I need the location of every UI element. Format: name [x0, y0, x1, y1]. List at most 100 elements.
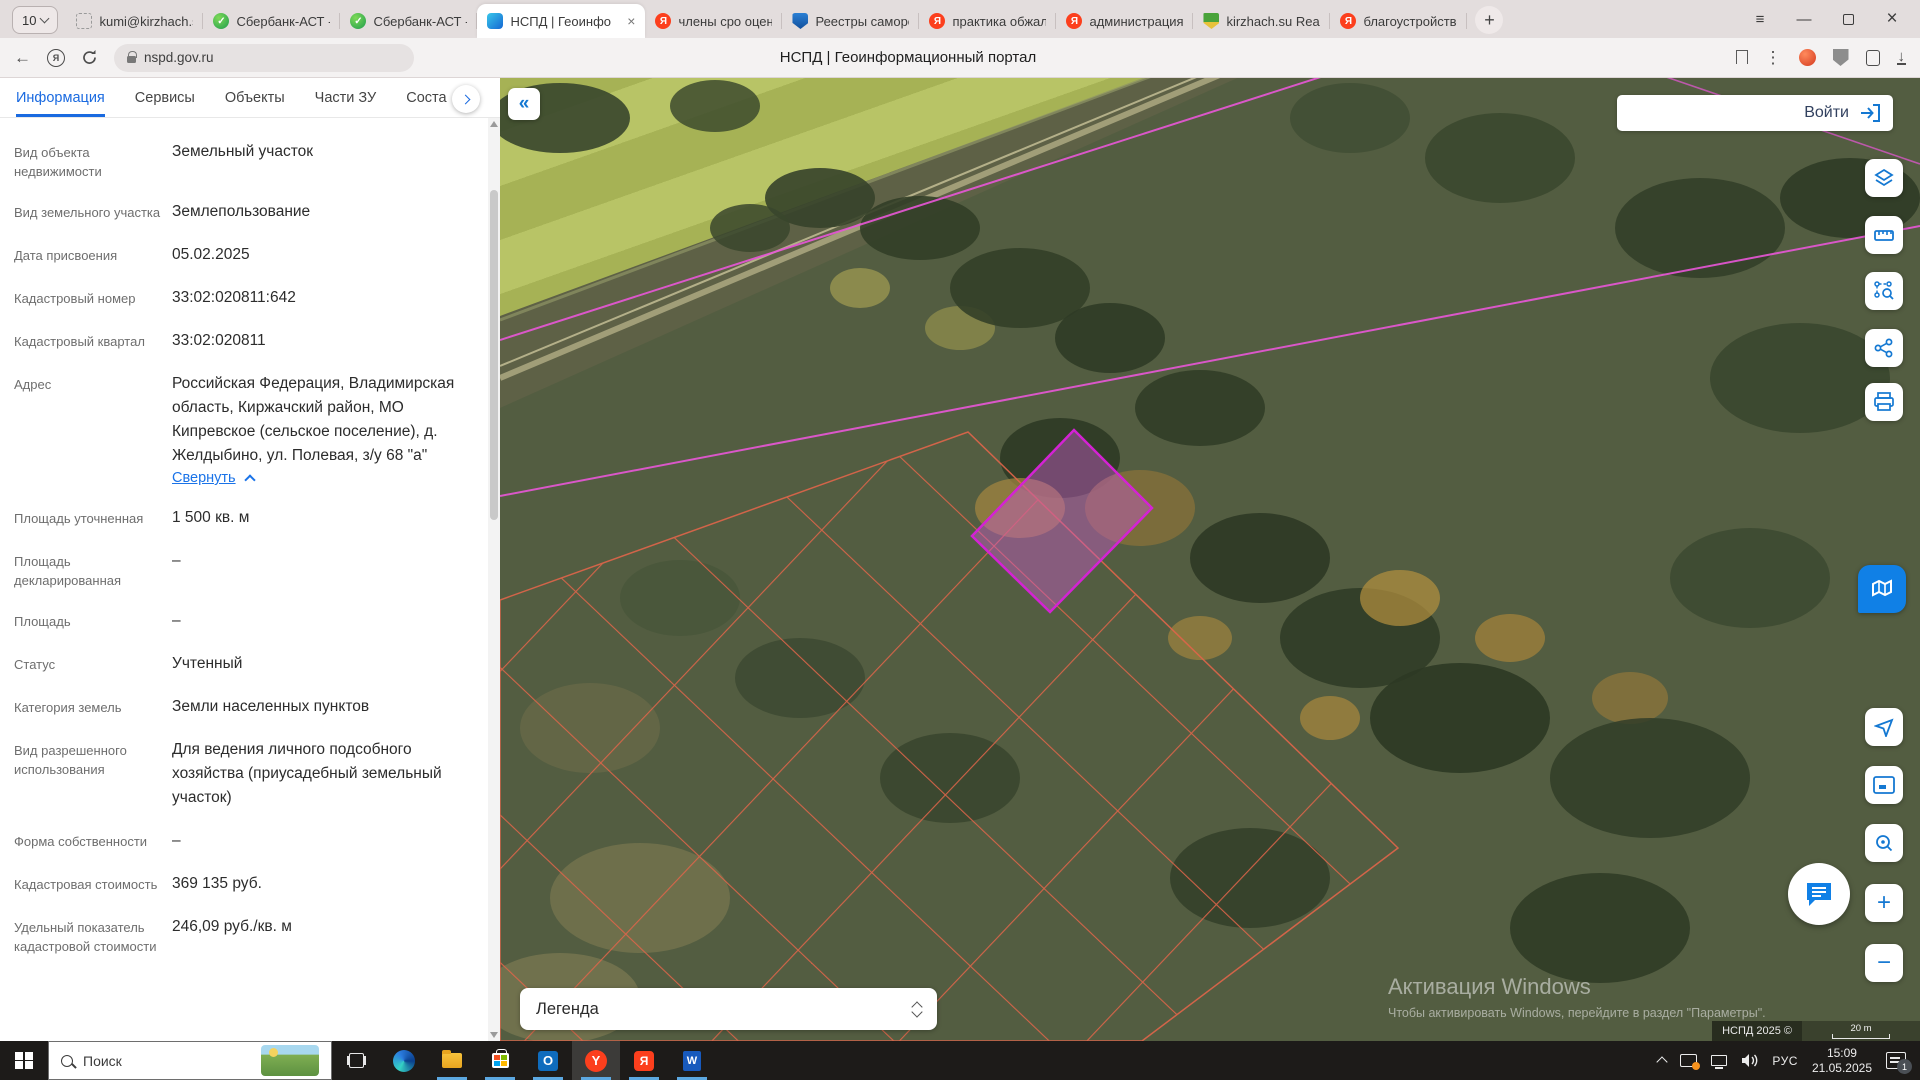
tab-informatsiya[interactable]: Информация: [16, 78, 105, 117]
maximize-button[interactable]: [1826, 0, 1870, 38]
login-icon: [1859, 103, 1881, 123]
start-button[interactable]: [0, 1041, 48, 1080]
zoom-out-button[interactable]: −: [1865, 944, 1903, 982]
taskbar-yandex-app[interactable]: Я: [620, 1041, 668, 1080]
tab-praktika[interactable]: Япрактика обжалов: [919, 4, 1056, 38]
check-favicon-icon: ✓: [350, 13, 366, 29]
navigation-arrow-icon: [1874, 717, 1894, 737]
tab-sostav[interactable]: Соста: [406, 78, 446, 117]
taskbar-explorer[interactable]: [428, 1041, 476, 1080]
tab-kirzhach[interactable]: kirzhach.su Reart -: [1193, 4, 1330, 38]
taskbar-store[interactable]: [476, 1041, 524, 1080]
login-bar[interactable]: Войти: [1617, 95, 1893, 131]
field-row: Площадь уточненная1 500 кв. м: [14, 506, 474, 530]
tab-reestry[interactable]: Реестры саморегу: [782, 4, 919, 38]
notification-badge: 1: [1897, 1059, 1912, 1074]
back-icon[interactable]: ←: [14, 48, 31, 68]
tab-sro[interactable]: Ячлены сро оценщи: [645, 4, 782, 38]
taskbar-yandex-browser[interactable]: Y: [572, 1041, 620, 1080]
object-info-panel: Информация Сервисы Объекты Части ЗУ Сост…: [0, 78, 500, 1041]
my-location-button[interactable]: [1865, 708, 1903, 746]
field-row: Площадь декларированная–: [14, 549, 474, 590]
tab-chasti-zu[interactable]: Части ЗУ: [315, 78, 377, 117]
tab-nspd-active[interactable]: НСПД | Геоинфо×: [477, 4, 645, 38]
scale-bar: 20 m: [1802, 1021, 1920, 1041]
tray-volume[interactable]: [1734, 1041, 1765, 1080]
layers-button[interactable]: [1865, 159, 1903, 197]
tray-cast[interactable]: [1673, 1041, 1704, 1080]
share-button[interactable]: [1865, 329, 1903, 367]
close-window-button[interactable]: ×: [1870, 0, 1914, 38]
location-search-icon: [1874, 833, 1894, 853]
date: 21.05.2025: [1812, 1061, 1872, 1076]
check-favicon-icon: ✓: [213, 13, 229, 29]
tray-network[interactable]: [1704, 1041, 1734, 1080]
chat-button[interactable]: [1788, 863, 1850, 925]
shared-tabs-icon[interactable]: [1866, 50, 1880, 66]
taskbar-word[interactable]: W: [668, 1041, 716, 1080]
chevron-up-icon: [244, 474, 255, 485]
panel-tabs-scroll-button[interactable]: [452, 85, 480, 113]
taskbar-edge[interactable]: [380, 1041, 428, 1080]
zoom-in-button[interactable]: +: [1865, 884, 1903, 922]
extension-red-icon[interactable]: [1799, 49, 1816, 66]
download-icon[interactable]: ↓: [1897, 50, 1907, 65]
taskbar-outlook[interactable]: O: [524, 1041, 572, 1080]
nspd-services-button[interactable]: [1858, 565, 1906, 613]
time: 15:09: [1812, 1046, 1872, 1061]
action-center-button[interactable]: 1: [1879, 1041, 1920, 1080]
field-row: Дата присвоения05.02.2025: [14, 243, 474, 267]
panel-fields: Вид объекта недвижимостиЗемельный участо…: [0, 118, 500, 1041]
tab-obekty[interactable]: Объекты: [225, 78, 285, 117]
minimap-button[interactable]: [1865, 766, 1903, 804]
minimize-button[interactable]: —: [1782, 0, 1826, 38]
collapse-address-link[interactable]: Свернуть: [172, 470, 254, 486]
lock-icon: [127, 56, 136, 63]
scroll-down-icon[interactable]: [490, 1032, 498, 1038]
picture-in-picture-icon: [1873, 776, 1895, 794]
taskbar-search[interactable]: Поиск: [48, 1041, 332, 1080]
clock[interactable]: 15:0921.05.2025: [1805, 1041, 1879, 1080]
yandex-home-icon[interactable]: Я: [47, 49, 65, 67]
field-row: Категория земельЗемли населенных пунктов: [14, 695, 474, 719]
select-objects-button[interactable]: [1865, 272, 1903, 310]
search-location-button[interactable]: [1865, 824, 1903, 862]
close-tab-icon[interactable]: ×: [627, 13, 635, 29]
word-icon: W: [683, 1051, 701, 1071]
browser-menu-icon[interactable]: ≡: [1738, 0, 1782, 38]
refresh-icon[interactable]: [81, 49, 98, 66]
tab-kumi[interactable]: kumi@kirzhach.su -: [66, 4, 203, 38]
chevron-down-icon: [40, 14, 50, 24]
tab-servisy[interactable]: Сервисы: [135, 78, 195, 117]
legend-bar[interactable]: Легенда: [520, 988, 937, 1030]
scroll-up-icon[interactable]: [490, 121, 498, 127]
measure-button[interactable]: [1865, 216, 1903, 254]
tray-expand-button[interactable]: [1651, 1041, 1673, 1080]
store-icon: [492, 1053, 509, 1068]
tab-administratsiya[interactable]: Яадминистрация ки: [1056, 4, 1193, 38]
bookmark-flag-icon[interactable]: [1736, 50, 1748, 65]
print-button[interactable]: [1865, 383, 1903, 421]
share-icon: [1874, 338, 1894, 358]
unfold-icon: [913, 1003, 921, 1016]
edge-icon: [393, 1050, 415, 1072]
extension-shield-icon[interactable]: [1833, 49, 1849, 66]
task-view-button[interactable]: [332, 1041, 380, 1080]
tab-counter-button[interactable]: 10: [12, 6, 58, 34]
task-view-icon: [349, 1053, 364, 1068]
url-field[interactable]: nspd.gov.ru: [114, 44, 414, 72]
collapse-panel-button[interactable]: «: [508, 88, 540, 120]
new-tab-button[interactable]: +: [1475, 6, 1503, 34]
panel-scrollbar-thumb[interactable]: [490, 190, 498, 520]
bing-daily-image[interactable]: [261, 1045, 319, 1076]
chevron-right-icon: [460, 94, 470, 104]
tab-sberbank-ast-2[interactable]: ✓Сбербанк-АСТ - Эл: [340, 4, 477, 38]
chevron-up-icon: [1657, 1056, 1668, 1067]
kebab-menu-icon[interactable]: ⋮: [1765, 48, 1782, 68]
screen: 10 kumi@kirzhach.su - ✓Сбербанк-АСТ - Эл…: [0, 0, 1920, 1080]
tab-sberbank-ast-1[interactable]: ✓Сбербанк-АСТ - Эл: [203, 4, 340, 38]
field-row: Форма собственности–: [14, 829, 474, 853]
map-canvas[interactable]: « Войти + −: [500, 78, 1920, 1041]
language-indicator[interactable]: РУС: [1765, 1041, 1805, 1080]
tab-blagoustroystvo[interactable]: Яблагоустройство т: [1330, 4, 1467, 38]
